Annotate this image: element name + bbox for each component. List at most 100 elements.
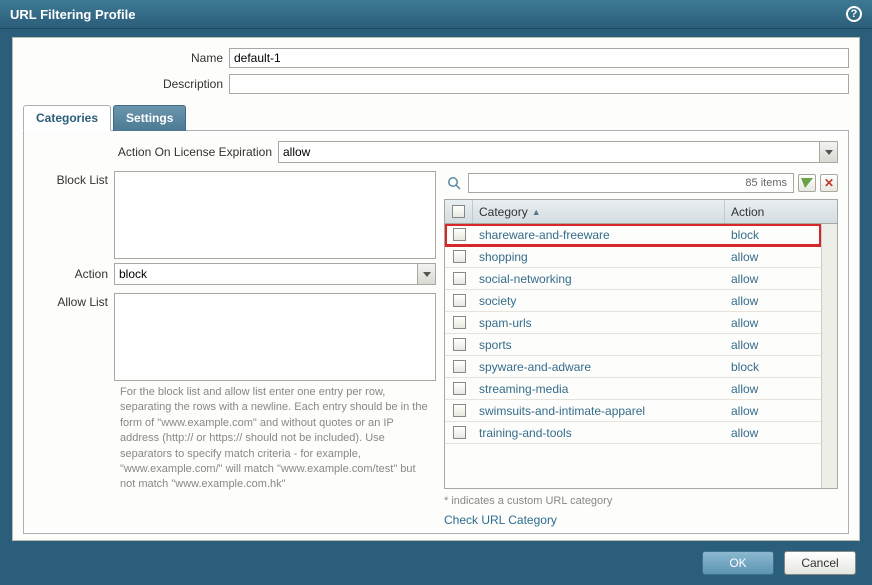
description-row: Description [23, 74, 849, 94]
row-action[interactable]: allow [725, 426, 821, 440]
row-action[interactable]: block [725, 228, 821, 242]
description-input[interactable] [229, 74, 849, 94]
row-category[interactable]: spam-urls [473, 316, 725, 330]
table-row[interactable]: sportsallow [445, 334, 821, 356]
chevron-down-icon[interactable] [417, 264, 435, 284]
row-category[interactable]: swimsuits-and-intimate-apparel [473, 404, 725, 418]
header-category-label: Category [479, 205, 528, 219]
list-help-text: For the block list and allow list enter … [34, 385, 436, 493]
row-checkbox[interactable] [453, 404, 466, 417]
block-list-row: Block List [34, 171, 436, 259]
filter-clear-icon[interactable]: ✕ [820, 174, 838, 192]
tab-categories-panel: Action On License Expiration allow Block… [23, 131, 849, 534]
row-category[interactable]: shopping [473, 250, 725, 264]
tab-settings[interactable]: Settings [113, 105, 186, 131]
dialog-body: Name Description Categories Settings Act… [12, 37, 860, 541]
name-label: Name [23, 51, 229, 65]
grid-footer-note: * indicates a custom URL category [444, 495, 838, 507]
filter-apply-icon[interactable] [798, 174, 816, 192]
url-filtering-dialog: URL Filtering Profile ? Name Description… [0, 0, 872, 585]
row-action[interactable]: allow [725, 404, 821, 418]
select-all-checkbox[interactable] [452, 205, 465, 218]
block-list-label: Block List [34, 171, 114, 259]
table-row[interactable]: social-networkingallow [445, 268, 821, 290]
allow-list-row: Allow List [34, 293, 436, 381]
dialog-footer: OK Cancel [0, 541, 872, 585]
row-checkbox[interactable] [453, 426, 466, 439]
row-checkbox[interactable] [453, 316, 466, 329]
row-category[interactable]: sports [473, 338, 725, 352]
search-input[interactable]: 85 items [468, 173, 794, 193]
ok-button[interactable]: OK [702, 551, 774, 575]
row-checkbox-cell [445, 338, 473, 351]
row-action[interactable]: block [725, 360, 821, 374]
row-checkbox[interactable] [453, 338, 466, 351]
table-row[interactable]: training-and-toolsallow [445, 422, 821, 444]
row-action[interactable]: allow [725, 250, 821, 264]
row-checkbox[interactable] [453, 272, 466, 285]
row-checkbox-cell [445, 250, 473, 263]
table-row[interactable]: streaming-mediaallow [445, 378, 821, 400]
name-row: Name [23, 48, 849, 68]
row-checkbox[interactable] [453, 250, 466, 263]
block-action-value: block [119, 267, 147, 281]
help-icon[interactable]: ? [846, 6, 862, 22]
block-action-row: Action block [34, 263, 436, 285]
table-row[interactable]: societyallow [445, 290, 821, 312]
row-checkbox-cell [445, 294, 473, 307]
header-category[interactable]: Category ▲ [473, 200, 725, 223]
scrollbar[interactable] [821, 224, 837, 488]
row-category[interactable]: shareware-and-freeware [473, 228, 725, 242]
row-category[interactable]: society [473, 294, 725, 308]
license-expiration-select[interactable]: allow [278, 141, 838, 163]
description-label: Description [23, 77, 229, 91]
dialog-title: URL Filtering Profile [10, 7, 135, 22]
tab-strip: Categories Settings [23, 104, 849, 131]
chevron-down-icon[interactable] [819, 142, 837, 162]
row-checkbox[interactable] [453, 228, 466, 241]
row-category[interactable]: spyware-and-adware [473, 360, 725, 374]
grid-header: Category ▲ Action [445, 200, 837, 224]
row-action[interactable]: allow [725, 272, 821, 286]
allow-list-box[interactable] [114, 293, 436, 381]
check-url-category-link[interactable]: Check URL Category [444, 513, 838, 527]
grid-rows[interactable]: shareware-and-freewareblockshoppingallow… [445, 224, 821, 488]
row-checkbox[interactable] [453, 382, 466, 395]
row-category[interactable]: training-and-tools [473, 426, 725, 440]
table-row[interactable]: spam-urlsallow [445, 312, 821, 334]
header-action[interactable]: Action [725, 200, 821, 223]
table-row[interactable]: shoppingallow [445, 246, 821, 268]
table-row[interactable]: shareware-and-freewareblock [445, 224, 821, 246]
sort-asc-icon: ▲ [532, 207, 541, 217]
content-columns: Block List Action block Allow [34, 171, 838, 527]
block-list-box[interactable] [114, 171, 436, 259]
cancel-button[interactable]: Cancel [784, 551, 856, 575]
row-checkbox-cell [445, 228, 473, 241]
row-category[interactable]: streaming-media [473, 382, 725, 396]
block-action-select[interactable]: block [114, 263, 436, 285]
search-icon[interactable] [444, 173, 464, 193]
header-checkbox-cell [445, 200, 473, 223]
table-row[interactable]: swimsuits-and-intimate-apparelallow [445, 400, 821, 422]
row-checkbox[interactable] [453, 294, 466, 307]
tab-categories[interactable]: Categories [23, 105, 111, 131]
left-column: Block List Action block Allow [34, 171, 436, 527]
grid-toolbar: 85 items ✕ [444, 171, 838, 195]
row-checkbox-cell [445, 272, 473, 285]
row-checkbox[interactable] [453, 360, 466, 373]
allow-list-label: Allow List [34, 293, 114, 381]
license-expiration-row: Action On License Expiration allow [34, 141, 838, 163]
row-checkbox-cell [445, 316, 473, 329]
license-expiration-value: allow [283, 145, 310, 159]
row-action[interactable]: allow [725, 316, 821, 330]
header-action-label: Action [731, 205, 764, 219]
row-action[interactable]: allow [725, 382, 821, 396]
row-checkbox-cell [445, 426, 473, 439]
row-category[interactable]: social-networking [473, 272, 725, 286]
name-input[interactable] [229, 48, 849, 68]
table-row[interactable]: spyware-and-adwareblock [445, 356, 821, 378]
row-action[interactable]: allow [725, 338, 821, 352]
category-grid: Category ▲ Action shareware-and-freeware… [444, 199, 838, 489]
row-checkbox-cell [445, 404, 473, 417]
row-action[interactable]: allow [725, 294, 821, 308]
